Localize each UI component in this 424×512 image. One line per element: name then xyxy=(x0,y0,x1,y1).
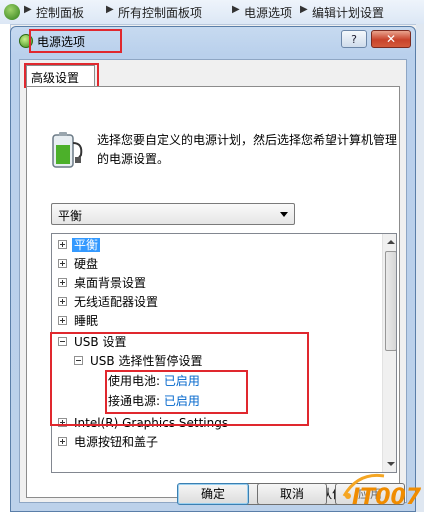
explorer-right-pane xyxy=(416,24,424,512)
it007-watermark-logo: IT007 xyxy=(342,473,422,510)
tree-item-label: 电源按钮和盖子 xyxy=(74,435,159,449)
scroll-up-icon[interactable] xyxy=(387,240,395,244)
scroll-thumb[interactable] xyxy=(385,251,396,351)
plan-dropdown-value: 平衡 xyxy=(58,209,83,223)
highlight-box xyxy=(24,63,99,88)
cancel-button[interactable]: 取消 xyxy=(257,483,327,505)
svg-text:IT007: IT007 xyxy=(352,485,422,510)
advanced-settings-panel: 选择您要自定义的电源计划，然后选择您希望计算机管理的电源设置。 平衡 平衡 硬盘… xyxy=(26,86,400,505)
expand-icon[interactable] xyxy=(58,278,67,287)
chevron-right-icon: ▶ xyxy=(232,4,240,15)
expand-icon[interactable] xyxy=(58,316,67,325)
tree-item-wireless-adapter[interactable]: 无线适配器设置 xyxy=(58,293,158,311)
breadcrumb-all-items[interactable]: 所有控制面板项 xyxy=(118,4,202,21)
tree-item-power-buttons[interactable]: 电源按钮和盖子 xyxy=(58,433,158,451)
breadcrumb-edit-plan[interactable]: 编辑计划设置 xyxy=(312,4,384,21)
dialog-titlebar[interactable]: 电源选项 ? ✕ xyxy=(11,27,415,55)
expand-icon[interactable] xyxy=(58,437,67,446)
battery-plug-icon xyxy=(52,132,83,168)
tree-item-label: 硬盘 xyxy=(74,257,99,271)
plan-dropdown[interactable]: 平衡 xyxy=(51,203,295,225)
tree-item-sleep[interactable]: 睡眠 xyxy=(58,312,98,330)
control-panel-icon xyxy=(4,4,20,20)
breadcrumb-power-options[interactable]: 电源选项 xyxy=(244,4,292,21)
tree-item-plan[interactable]: 平衡 xyxy=(58,236,101,254)
expand-icon[interactable] xyxy=(58,297,67,306)
description-text: 选择您要自定义的电源计划，然后选择您希望计算机管理的电源设置。 xyxy=(97,133,398,166)
breadcrumb-control-panel[interactable]: 控制面板 xyxy=(36,4,84,21)
ok-button[interactable]: 确定 xyxy=(177,483,249,505)
explorer-address-bar: ▶ 控制面板 ▶ 所有控制面板项 ▶ 电源选项 ▶ 编辑计划设置 xyxy=(0,0,424,25)
help-button[interactable]: ? xyxy=(341,30,367,48)
tree-item-label: 无线适配器设置 xyxy=(74,295,159,309)
tree-item-desktop-background[interactable]: 桌面背景设置 xyxy=(58,274,146,292)
tree-item-label: 平衡 xyxy=(72,238,101,252)
tree-scrollbar[interactable] xyxy=(382,234,396,472)
power-options-dialog: 电源选项 ? ✕ 高级设置 选择您要自定义的电源计划，然后选择您希望计算机管理的… xyxy=(10,26,416,512)
highlight-box xyxy=(105,370,248,414)
tree-item-label: 桌面背景设置 xyxy=(74,276,147,290)
tree-item-hard-disk[interactable]: 硬盘 xyxy=(58,255,98,273)
chevron-right-icon: ▶ xyxy=(106,4,114,15)
chevron-right-icon: ▶ xyxy=(24,4,32,15)
highlight-box xyxy=(29,29,122,53)
chevron-right-icon: ▶ xyxy=(300,4,308,15)
expand-icon[interactable] xyxy=(58,259,67,268)
chevron-down-icon xyxy=(280,212,288,217)
tree-item-label: 睡眠 xyxy=(74,314,99,328)
close-button[interactable]: ✕ xyxy=(371,30,411,48)
dialog-client-area: 高级设置 选择您要自定义的电源计划，然后选择您希望计算机管理的电源设置。 平衡 … xyxy=(19,59,407,505)
expand-icon[interactable] xyxy=(58,240,67,249)
